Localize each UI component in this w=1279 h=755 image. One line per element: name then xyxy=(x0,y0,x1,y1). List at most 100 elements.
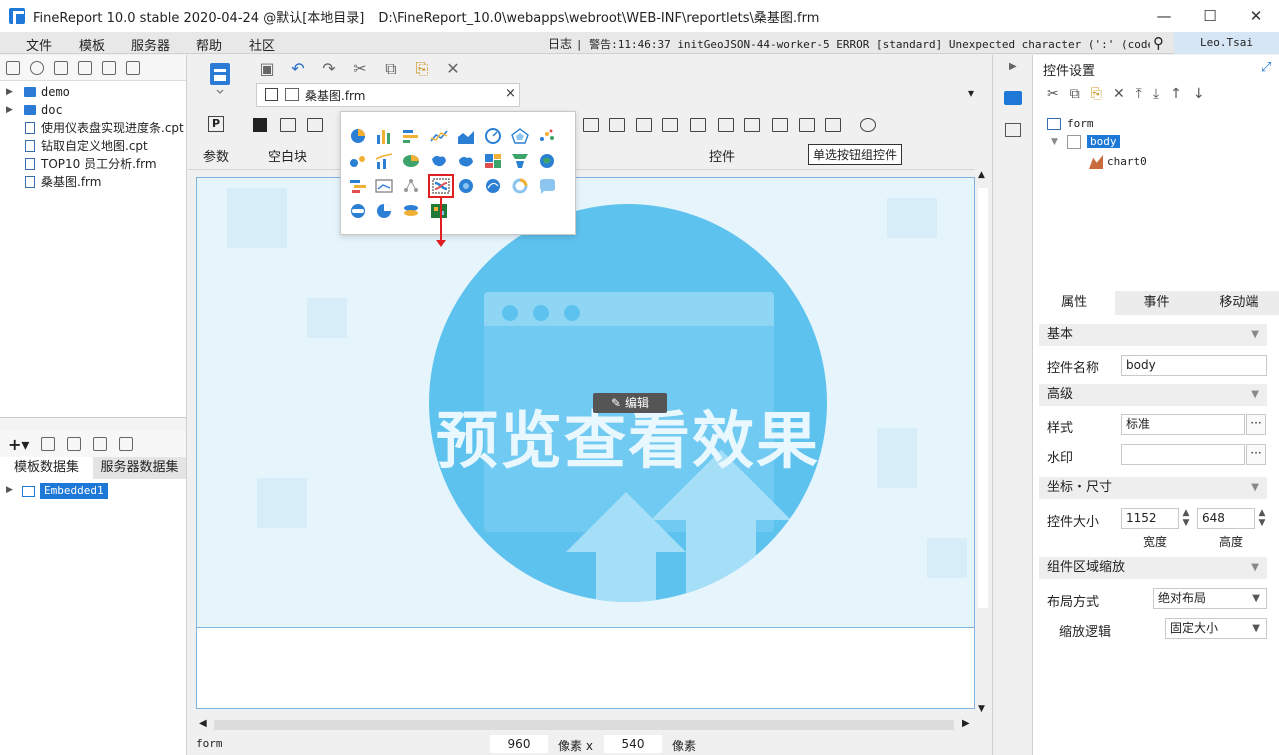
move-down-icon[interactable]: ↓ xyxy=(1193,86,1205,102)
layout-select[interactable]: 绝对布局 ▼ xyxy=(1153,588,1267,609)
treemap-chart-icon[interactable] xyxy=(484,153,502,169)
width-stepper[interactable]: ▲ ▼ xyxy=(1179,508,1193,529)
map-chart-icon[interactable] xyxy=(430,153,448,169)
tree-chart-icon[interactable] xyxy=(402,178,420,194)
panel-splitter[interactable] xyxy=(0,417,186,431)
flow-map-icon[interactable] xyxy=(484,178,502,194)
expand-icon[interactable]: ▶ xyxy=(6,101,13,119)
watermark-field[interactable] xyxy=(1121,444,1245,465)
delete-icon[interactable] xyxy=(102,60,116,75)
move-top-icon[interactable]: ⤒ xyxy=(1136,86,1142,102)
menu-file[interactable]: 文件 xyxy=(26,35,52,54)
vertical-scrollbar[interactable]: ▲ ▼ xyxy=(975,168,991,718)
parameter-icon[interactable]: P xyxy=(208,116,224,132)
bar-chart-icon[interactable] xyxy=(402,128,420,144)
template-info-icon[interactable] xyxy=(54,60,68,75)
tree-item-file[interactable]: 使用仪表盘实现进度条.cpt xyxy=(0,119,186,137)
block-table-icon[interactable] xyxy=(307,118,323,132)
form-design-icon[interactable] xyxy=(208,61,232,95)
save-icon[interactable]: ▣ xyxy=(258,59,276,78)
menu-community[interactable]: 社区 xyxy=(249,35,275,54)
section-zoom[interactable]: 组件区域缩放 ▼ xyxy=(1039,557,1267,579)
section-basic[interactable]: 基本 ▼ xyxy=(1039,324,1267,346)
paste-icon[interactable]: ⎘ xyxy=(1091,86,1102,102)
log-bar[interactable]: 日志 | 警告:11:46:37 initGeoJSON-44-worker-5… xyxy=(548,35,1150,52)
search-icon[interactable]: ⚲ xyxy=(1153,34,1164,52)
heatmap-chart-icon[interactable] xyxy=(430,203,448,219)
name-field[interactable]: body xyxy=(1121,355,1267,376)
tree-item-file[interactable]: TOP10 员工分析.frm xyxy=(0,155,186,173)
delete-icon[interactable]: ✕ xyxy=(444,59,462,78)
collapse-icon[interactable] xyxy=(126,60,140,75)
tab-close-icon[interactable]: × xyxy=(505,86,516,101)
component-library-icon[interactable] xyxy=(1005,123,1021,137)
search-widget-icon[interactable] xyxy=(860,118,876,132)
height-input[interactable]: 648 xyxy=(1197,508,1255,529)
dataset-settings-icon[interactable] xyxy=(119,437,134,451)
ring-chart-icon[interactable] xyxy=(511,178,529,194)
column-chart-icon[interactable] xyxy=(375,128,393,144)
tree-item-demo[interactable]: ▶ demo xyxy=(0,83,186,101)
add-dataset-icon[interactable]: +▾ xyxy=(8,435,29,454)
cut-icon[interactable]: ✂ xyxy=(1047,86,1059,102)
radar-chart-icon[interactable] xyxy=(511,128,529,144)
copy-icon[interactable]: ⧉ xyxy=(382,59,400,78)
3d-pie-chart-icon[interactable] xyxy=(402,153,420,169)
menu-template[interactable]: 模板 xyxy=(79,35,105,54)
minimize-button[interactable]: — xyxy=(1141,0,1187,32)
number-widget-icon[interactable] xyxy=(744,118,760,132)
checkbox-group-icon[interactable] xyxy=(799,118,815,132)
template-tab[interactable]: 桑基图.frm × xyxy=(256,83,520,107)
canvas-height-input[interactable]: 540 xyxy=(604,735,662,753)
user-name[interactable]: Leo.Tsai xyxy=(1174,32,1279,54)
tab-menu-icon[interactable]: ▾ xyxy=(968,86,974,100)
block-dark-icon[interactable] xyxy=(253,118,267,132)
tab-mobile[interactable]: 移动端 xyxy=(1198,291,1279,315)
sankey-chart-icon[interactable] xyxy=(428,174,454,198)
undo-icon[interactable]: ↶ xyxy=(289,59,307,78)
edit-icon[interactable] xyxy=(41,437,56,451)
zoom-logic-select[interactable]: 固定大小 ▼ xyxy=(1165,618,1267,639)
scroll-up-icon[interactable]: ▲ xyxy=(978,170,985,180)
scatter-chart-icon[interactable] xyxy=(538,128,556,144)
canvas-width-input[interactable]: 960 xyxy=(490,735,548,753)
word-cloud-icon[interactable] xyxy=(538,178,556,194)
label-widget-icon[interactable] xyxy=(609,118,625,132)
delete-icon[interactable] xyxy=(67,437,82,451)
scroll-thumb[interactable] xyxy=(978,188,988,608)
radio-group-icon[interactable] xyxy=(690,118,706,132)
list-widget-icon[interactable] xyxy=(825,118,841,132)
textarea-widget-icon[interactable] xyxy=(772,118,788,132)
tab-events[interactable]: 事件 xyxy=(1115,291,1197,315)
frame-chart-icon[interactable] xyxy=(375,178,393,194)
funnel-chart-icon[interactable] xyxy=(511,153,529,169)
area-chart-icon[interactable] xyxy=(457,128,475,144)
scroll-left-icon[interactable]: ◀ xyxy=(199,718,207,729)
text-widget-icon[interactable] xyxy=(636,118,652,132)
close-button[interactable]: ✕ xyxy=(1233,0,1279,32)
button-widget-icon[interactable] xyxy=(583,118,599,132)
move-up-icon[interactable]: ↑ xyxy=(1170,86,1182,102)
expand-icon[interactable]: ▶ xyxy=(6,83,13,101)
scroll-down-icon[interactable]: ▼ xyxy=(978,704,985,714)
scroll-right-icon[interactable]: ▶ xyxy=(962,718,970,729)
new-folder-icon[interactable] xyxy=(6,60,20,75)
pie-chart-icon[interactable] xyxy=(349,128,367,144)
tree-item-doc[interactable]: ▶ doc xyxy=(0,101,186,119)
style-more-button[interactable]: ··· xyxy=(1246,414,1266,435)
chart-placeholder[interactable]: 预览查看效果 ✎ 编辑 xyxy=(197,178,974,628)
globe-chart-icon[interactable] xyxy=(538,153,556,169)
block-grid-icon[interactable] xyxy=(280,118,296,132)
gauge-chart-icon[interactable] xyxy=(484,128,502,144)
style-field[interactable]: 标准 xyxy=(1121,414,1245,435)
dataset-item[interactable]: ▶ Embedded1 xyxy=(0,483,186,501)
bubble-chart-icon[interactable] xyxy=(349,153,367,169)
width-input[interactable]: 1152 xyxy=(1121,508,1179,529)
line-chart-icon[interactable] xyxy=(430,128,448,144)
scroll-thumb[interactable] xyxy=(214,720,954,730)
height-stepper[interactable]: ▲ ▼ xyxy=(1255,508,1269,529)
stacked-layer-icon[interactable] xyxy=(402,203,420,219)
pin-icon[interactable]: ⤢ xyxy=(1261,60,1271,75)
expand-panel-icon[interactable]: ▶ xyxy=(1009,61,1017,72)
redo-icon[interactable]: ↷ xyxy=(320,59,338,78)
